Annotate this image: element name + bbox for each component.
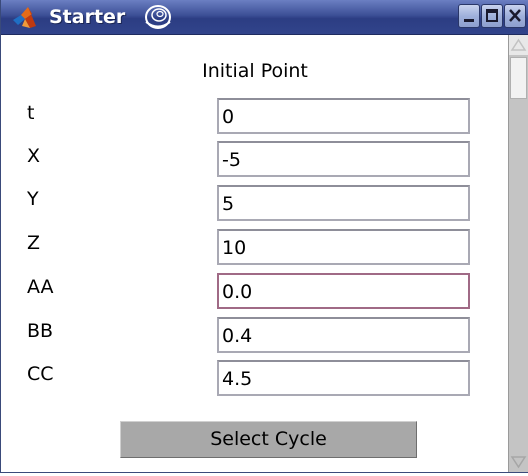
maximize-icon: [486, 9, 498, 22]
scroll-down-button[interactable]: [509, 452, 528, 472]
select-cycle-button[interactable]: Select Cycle: [120, 421, 417, 458]
field-x[interactable]: -5: [217, 141, 470, 177]
starter-window: Starter Initial Point t 0 X -5 Y 5 Z 10 …: [0, 0, 528, 473]
field-cc[interactable]: 4.5: [217, 360, 470, 396]
vertical-scrollbar[interactable]: [508, 35, 528, 472]
arrow-down-icon: [510, 456, 527, 469]
label-t: t: [27, 102, 35, 124]
label-x: X: [27, 145, 41, 167]
field-y[interactable]: 5: [217, 185, 470, 221]
swirl-icon: [143, 3, 173, 31]
title-bar[interactable]: Starter: [1, 0, 528, 35]
label-cc: CC: [27, 363, 54, 385]
maximize-button[interactable]: [481, 4, 503, 28]
form-panel: Initial Point t 0 X -5 Y 5 Z 10 AA 0.0 B…: [2, 35, 508, 472]
close-icon: [509, 9, 521, 22]
matlab-icon[interactable]: [12, 6, 37, 29]
scroll-up-button[interactable]: [509, 35, 528, 55]
field-z[interactable]: 10: [217, 229, 470, 265]
field-bb[interactable]: 0.4: [217, 317, 470, 353]
arrow-up-icon: [510, 38, 527, 51]
minimize-button[interactable]: [458, 4, 480, 28]
label-z: Z: [27, 232, 41, 254]
field-aa[interactable]: 0.0: [217, 273, 470, 309]
form-heading: Initial Point: [202, 60, 308, 82]
minimize-icon: [464, 19, 474, 22]
window-title: Starter: [49, 6, 126, 28]
scroll-thumb[interactable]: [510, 57, 527, 99]
label-aa: AA: [27, 276, 54, 298]
label-bb: BB: [27, 320, 54, 342]
close-button[interactable]: [504, 4, 526, 28]
field-t[interactable]: 0: [217, 98, 470, 134]
label-y: Y: [27, 188, 39, 210]
